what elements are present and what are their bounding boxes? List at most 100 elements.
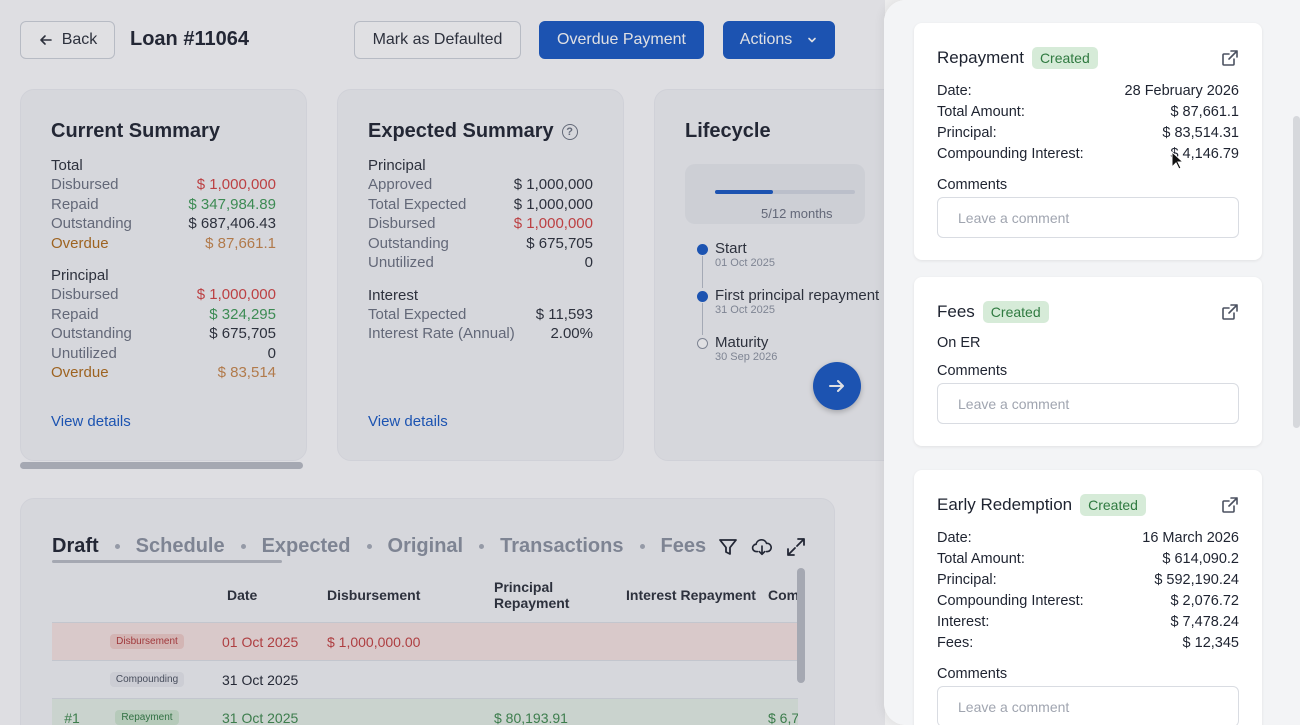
cloud-download-icon[interactable] [751, 536, 773, 558]
total-outstanding-row: Outstanding $ 687,406.43 [51, 215, 276, 232]
compounding-interest-row: Compounding Interest: $ 2,076.72 [937, 593, 1239, 609]
table-row[interactable]: Disbursement 01 Oct 2025 $ 1,000,000.00 [52, 623, 798, 661]
back-label: Back [61, 31, 98, 48]
chevron-down-icon [806, 34, 818, 46]
tab-expected[interactable]: Expected [262, 535, 351, 558]
principal-row: Principal: $ 592,190.24 [937, 572, 1239, 588]
schedule-table-card: Draft Schedule Expected Original Transac… [20, 498, 835, 725]
fees-row: Fees: $ 12,345 [937, 635, 1239, 651]
expected-summary-title: Expected Summary [368, 120, 554, 142]
mark-defaulted-button[interactable]: Mark as Defaulted [354, 21, 521, 59]
repayment-title: Repayment [937, 48, 1024, 67]
interest-rate-row: Interest Rate (Annual) 2.00% [368, 325, 593, 342]
overdue-payment-button[interactable]: Overdue Payment [539, 21, 704, 59]
side-panel: Repayment Created Date: 28 February 2026 … [884, 0, 1300, 725]
status-badge: Created [982, 301, 1049, 323]
tab-transactions[interactable]: Transactions [500, 535, 623, 558]
table-header: Date Disbursement Principal Repayment In… [52, 567, 798, 623]
column-com[interactable]: Com [768, 587, 798, 603]
comments-label: Comments [937, 666, 1008, 682]
fees-description: On ER [937, 335, 981, 351]
timeline-event: First principal repayment 31 Oct 2025 [697, 287, 879, 335]
page-title: Loan #11064 [130, 28, 249, 50]
lifecycle-progress-box: 5/12 months [685, 164, 865, 224]
lifecycle-timeline: Start 01 Oct 2025 First principal repaym… [697, 240, 879, 381]
horizontal-scrollbar[interactable] [20, 462, 303, 469]
compounding-interest-row: Compounding Interest: $ 4,146.79 [937, 146, 1239, 162]
disbursed-row: Disbursed $ 1,000,000 [368, 215, 593, 232]
comment-input[interactable] [937, 197, 1239, 238]
status-badge: Created [1080, 494, 1146, 516]
total-section-title: Total [51, 157, 83, 174]
total-disbursed-row: Disbursed $ 1,000,000 [51, 176, 276, 193]
loan-page: Back Loan #11064 Mark as Defaulted Overd… [0, 0, 885, 725]
total-repaid-row: Repaid $ 347,984.89 [51, 195, 276, 213]
actions-dropdown-button[interactable]: Actions [723, 21, 835, 59]
mouse-cursor-icon [1171, 150, 1185, 171]
table-row[interactable]: Compounding 31 Oct 2025 [52, 661, 798, 699]
expand-icon[interactable] [785, 536, 807, 558]
column-disbursement[interactable]: Disbursement [327, 587, 474, 603]
panel-scrollbar[interactable] [1293, 116, 1300, 428]
comment-input[interactable] [937, 383, 1239, 424]
view-details-link[interactable]: View details [51, 413, 131, 430]
principal-section-title: Principal [51, 267, 109, 284]
timeline-event: Start 01 Oct 2025 [697, 240, 879, 288]
principal-section-title: Principal [368, 157, 426, 174]
comment-input[interactable] [937, 686, 1239, 725]
principal-unutilized-row: Unutilized 0 [51, 344, 276, 362]
principal-row: Principal: $ 83,514.31 [937, 125, 1239, 141]
arrow-right-icon [827, 376, 847, 396]
type-badge: Compounding [109, 672, 185, 687]
external-link-icon[interactable] [1221, 303, 1239, 321]
actions-label: Actions [739, 31, 793, 48]
principal-overdue-row: Overdue $ 83,514 [51, 364, 276, 381]
filter-icon[interactable] [717, 536, 739, 558]
schedule-table: Date Disbursement Principal Repayment In… [52, 567, 798, 725]
tab-original[interactable]: Original [388, 535, 464, 558]
expected-summary-card: Expected Summary ? Principal Approved $ 1… [337, 89, 624, 461]
lifecycle-months: 5/12 months [761, 206, 833, 221]
column-principal-repayment[interactable]: Principal Repayment [474, 579, 626, 611]
fees-title: Fees [937, 302, 975, 321]
lifecycle-progress-bar [715, 190, 855, 194]
principal-outstanding-row: Outstanding $ 675,705 [51, 325, 276, 342]
interest-section-title: Interest [368, 286, 419, 304]
total-amount-row: Total Amount: $ 614,090.2 [937, 551, 1239, 567]
type-badge: Repayment [115, 710, 179, 725]
external-link-icon[interactable] [1221, 496, 1239, 514]
repayment-card: Repayment Created Date: 28 February 2026 … [914, 23, 1262, 260]
back-button[interactable]: Back [20, 21, 115, 59]
date-row: Date: 16 March 2026 [937, 530, 1239, 546]
arrow-left-icon [38, 32, 54, 48]
table-tabs: Draft Schedule Expected Original Transac… [52, 535, 706, 558]
column-interest-repayment[interactable]: Interest Repayment [626, 587, 768, 603]
table-row[interactable]: #1 Repayment 31 Oct 2025 $ 80,193.91 $ 6… [52, 699, 798, 725]
date-row: Date: 28 February 2026 [937, 83, 1239, 99]
table-vertical-scrollbar[interactable] [797, 568, 805, 683]
interest-row: Interest: $ 7,478.24 [937, 614, 1239, 630]
interest-total-expected-row: Total Expected $ 11,593 [368, 305, 593, 323]
current-summary-card: Current Summary Total Disbursed $ 1,000,0… [20, 89, 307, 461]
type-badge: Disbursement [110, 634, 184, 649]
table-toolbar [717, 536, 807, 558]
unutilized-row: Unutilized 0 [368, 254, 593, 271]
tab-draft[interactable]: Draft [52, 535, 99, 558]
next-card-button[interactable] [813, 362, 861, 410]
help-icon[interactable]: ? [561, 123, 578, 140]
early-redemption-title: Early Redemption [937, 495, 1073, 514]
column-date[interactable]: Date [202, 587, 327, 603]
tab-underline [52, 560, 282, 563]
approved-row: Approved $ 1,000,000 [368, 176, 593, 193]
outstanding-row: Outstanding $ 675,705 [368, 234, 593, 252]
tab-fees[interactable]: Fees [661, 535, 707, 558]
external-link-icon[interactable] [1221, 49, 1239, 67]
top-toolbar: Back Loan #11064 Mark as Defaulted Overd… [20, 20, 835, 60]
lifecycle-progress-fill [715, 190, 774, 194]
tab-schedule[interactable]: Schedule [136, 535, 225, 558]
early-redemption-card: Early Redemption Created Date: 16 March 2… [914, 470, 1262, 725]
view-details-link[interactable]: View details [368, 413, 448, 430]
lifecycle-title: Lifecycle [685, 120, 771, 142]
comments-label: Comments [937, 177, 1008, 193]
total-amount-row: Total Amount: $ 87,661.1 [937, 104, 1239, 120]
